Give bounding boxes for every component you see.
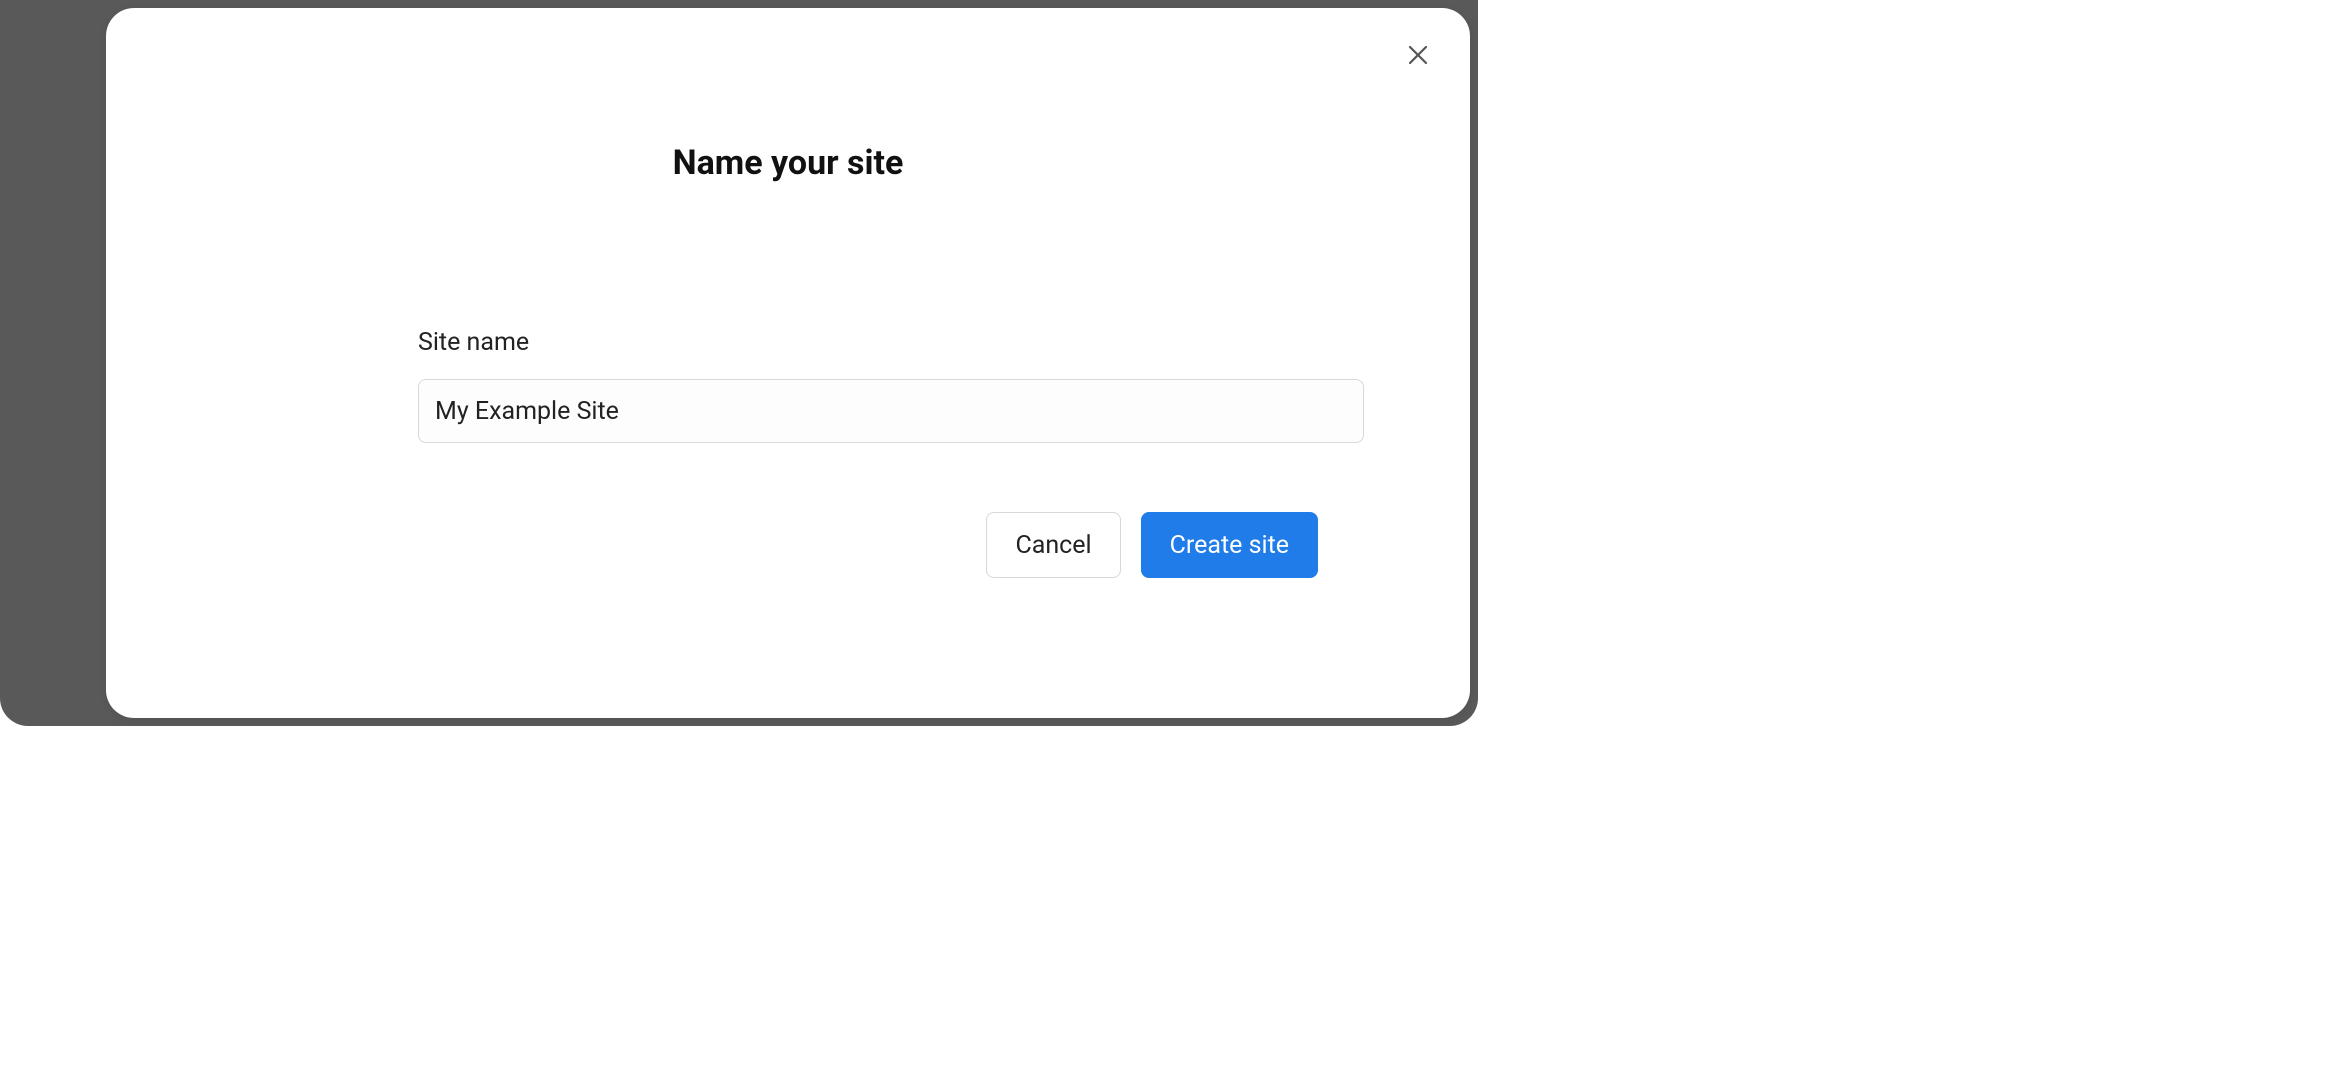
close-button[interactable] <box>1398 36 1438 76</box>
create-site-button[interactable]: Create site <box>1141 512 1318 578</box>
close-icon <box>1406 43 1430 70</box>
site-name-form: Site name <box>418 328 1364 443</box>
site-name-input[interactable] <box>418 379 1364 443</box>
site-name-label: Site name <box>418 328 1364 357</box>
name-site-modal: Name your site Site name Cancel Create s… <box>106 8 1470 718</box>
outer-frame: Name your site Site name Cancel Create s… <box>0 0 1478 726</box>
cancel-button[interactable]: Cancel <box>986 512 1120 578</box>
modal-title: Name your site <box>106 143 1470 183</box>
modal-actions: Cancel Create site <box>986 512 1318 578</box>
